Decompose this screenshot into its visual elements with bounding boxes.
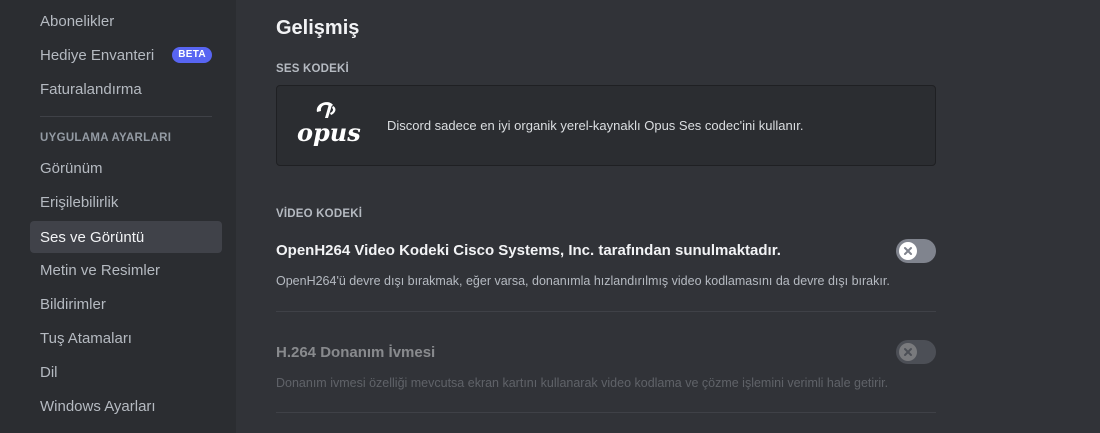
svg-text:opus: opus	[297, 118, 361, 147]
sidebar-item-billing[interactable]: Faturalandırma	[30, 73, 222, 105]
toggle-knob	[899, 343, 917, 361]
openh264-description: OpenH264'ü devre dışı bırakmak, eğer var…	[276, 274, 890, 288]
sidebar-section-header: UYGULAMA AYARLARI	[40, 132, 172, 144]
sidebar-item-label: Ses ve Görüntü	[40, 228, 145, 246]
page-title: Gelişmiş	[276, 17, 360, 39]
sidebar-item-windows-settings[interactable]: Windows Ayarları	[30, 390, 222, 422]
settings-sidebar: Abonelikler Hediye Envanteri BETA Fatura…	[0, 0, 236, 433]
sidebar-item-label: Görünüm	[40, 159, 103, 177]
openh264-toggle[interactable]	[896, 239, 936, 263]
beta-badge: BETA	[172, 47, 212, 63]
sidebar-item-notifications[interactable]: Bildirimler	[30, 288, 222, 320]
row-divider	[276, 412, 936, 413]
sidebar-item-label: Tuş Atamaları	[40, 329, 132, 347]
sidebar-item-appearance[interactable]: Görünüm	[30, 152, 222, 184]
sidebar-item-gift-inventory[interactable]: Hediye Envanteri BETA	[30, 39, 222, 71]
openh264-title: OpenH264 Video Kodeki Cisco Systems, Inc…	[276, 242, 781, 259]
sidebar-item-label: Windows Ayarları	[40, 397, 156, 415]
sidebar-item-label: Metin ve Resimler	[40, 261, 161, 279]
sidebar-item-subscriptions[interactable]: Abonelikler	[30, 5, 222, 37]
sidebar-item-label: Hediye Envanteri	[40, 46, 155, 64]
h264-hw-accel-description: Donanım ivmesi özelliği mevcutsa ekran k…	[276, 376, 889, 390]
sidebar-item-voice-video[interactable]: Ses ve Görüntü	[30, 221, 222, 253]
sidebar-item-label: Erişilebilirlik	[40, 193, 119, 211]
audio-codec-card: opus Discord sadece en iyi organik yerel…	[276, 85, 936, 166]
settings-content: Gelişmiş SES KODEKİ opus Discord sadece …	[276, 0, 936, 433]
sidebar-item-keybinds[interactable]: Tuş Atamaları	[30, 322, 222, 354]
toggle-knob	[899, 242, 917, 260]
video-codec-header: VİDEO KODEKİ	[276, 208, 363, 220]
sidebar-item-label: Dil	[40, 363, 58, 381]
sidebar-item-language[interactable]: Dil	[30, 356, 222, 388]
close-icon	[904, 348, 912, 356]
sidebar-divider	[40, 116, 212, 117]
sidebar-item-accessibility[interactable]: Erişilebilirlik	[30, 186, 222, 218]
sidebar-item-label: Faturalandırma	[40, 80, 142, 98]
close-icon	[904, 247, 912, 255]
sidebar-item-label: Bildirimler	[40, 295, 106, 313]
audio-codec-header: SES KODEKİ	[276, 63, 349, 75]
sidebar-item-text-images[interactable]: Metin ve Resimler	[30, 254, 222, 286]
h264-hw-accel-title: H.264 Donanım İvmesi	[276, 344, 436, 361]
h264-hw-accel-toggle[interactable]	[896, 340, 936, 364]
opus-logo-icon: opus	[277, 85, 387, 166]
audio-codec-description: Discord sadece en iyi organik yerel-kayn…	[387, 118, 804, 133]
sidebar-item-label: Abonelikler	[40, 12, 115, 30]
row-divider	[276, 311, 936, 312]
